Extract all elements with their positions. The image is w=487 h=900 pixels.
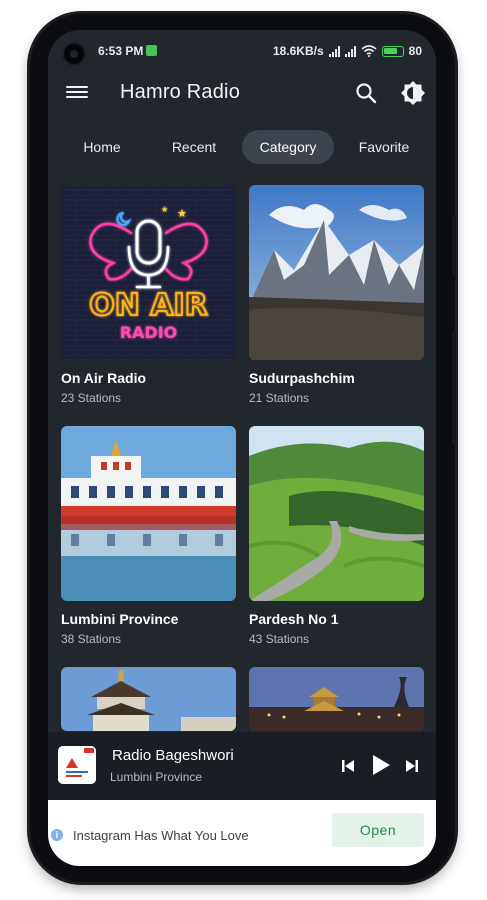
category-name: Pardesh No 1 bbox=[249, 611, 339, 627]
tab-favorite[interactable]: Favorite bbox=[344, 130, 424, 164]
tab-home[interactable]: Home bbox=[62, 130, 142, 164]
app-title: Hamro Radio bbox=[120, 81, 241, 103]
temple-image bbox=[61, 667, 236, 731]
category-card-pardesh-no-1[interactable]: Pardesh No 1 43 Stations bbox=[249, 426, 424, 646]
neon-sign-top: ON AIR bbox=[89, 288, 208, 323]
category-card-sudurpashchim[interactable]: Sudurpashchim 21 Stations bbox=[249, 185, 424, 405]
status-bar: 6:53 PM 18.6KB/s 80 bbox=[48, 30, 436, 72]
phone-side-button bbox=[452, 330, 456, 445]
monastery-image bbox=[61, 426, 236, 601]
battery-level: 80 bbox=[408, 44, 422, 58]
category-thumbnail bbox=[61, 426, 236, 601]
tab-recent[interactable]: Recent bbox=[154, 130, 234, 164]
on-air-neon-image: ★ ★ ON AIR RADIO bbox=[61, 185, 236, 360]
station-logo bbox=[58, 746, 96, 784]
play-icon[interactable] bbox=[370, 753, 392, 777]
next-icon[interactable] bbox=[404, 758, 420, 774]
pagoda-image bbox=[249, 667, 424, 731]
category-card-on-air-radio[interactable]: ★ ★ ON AIR RADIO On Air Radio 23 Station… bbox=[61, 185, 236, 405]
previous-icon[interactable] bbox=[340, 758, 356, 774]
category-name: On Air Radio bbox=[61, 370, 147, 386]
search-icon[interactable] bbox=[354, 81, 378, 105]
now-playing-bar[interactable]: Radio Bageshwori Lumbini Province bbox=[48, 732, 436, 800]
menu-icon[interactable] bbox=[66, 83, 88, 103]
ad-open-button[interactable]: Open bbox=[332, 813, 424, 847]
category-thumbnail bbox=[249, 667, 424, 731]
brightness-icon[interactable] bbox=[400, 80, 426, 106]
now-playing-title: Radio Bageshwori bbox=[112, 747, 234, 764]
signal-icon bbox=[344, 45, 356, 57]
ad-text: Instagram Has What You Love bbox=[73, 828, 249, 843]
signal-icon bbox=[328, 45, 340, 57]
app-screen: 6:53 PM 18.6KB/s 80 Hamro Radio Home Rec… bbox=[48, 30, 436, 866]
phone-side-button bbox=[452, 215, 456, 275]
front-camera bbox=[64, 44, 84, 64]
category-thumbnail: ★ ★ ON AIR RADIO bbox=[61, 185, 236, 360]
station-count: 38 Stations bbox=[61, 632, 122, 646]
category-thumbnail bbox=[61, 667, 236, 731]
category-tabs: Home Recent Category Favorite bbox=[48, 130, 436, 166]
battery-icon bbox=[381, 45, 404, 57]
mountain-image bbox=[249, 185, 424, 360]
station-count: 23 Stations bbox=[61, 391, 122, 405]
category-thumbnail bbox=[249, 426, 424, 601]
station-count: 43 Stations bbox=[249, 632, 310, 646]
tab-category[interactable]: Category bbox=[242, 130, 334, 164]
network-speed: 18.6KB/s bbox=[272, 44, 324, 58]
category-name: Sudurpashchim bbox=[249, 370, 355, 386]
svg-text:★: ★ bbox=[161, 205, 168, 214]
category-card[interactable] bbox=[249, 667, 424, 731]
now-playing-subtitle: Lumbini Province bbox=[110, 770, 203, 784]
status-time: 6:53 PM bbox=[98, 44, 144, 58]
category-name: Lumbini Province bbox=[61, 611, 179, 627]
wifi-icon bbox=[361, 45, 377, 57]
app-bar: Hamro Radio bbox=[48, 74, 436, 114]
category-card-lumbini-province[interactable]: Lumbini Province 38 Stations bbox=[61, 426, 236, 646]
category-thumbnail bbox=[249, 185, 424, 360]
ad-banner[interactable]: i Instagram Has What You Love Open bbox=[48, 800, 436, 866]
info-icon[interactable]: i bbox=[51, 829, 63, 841]
category-card[interactable] bbox=[61, 667, 236, 731]
tea-garden-image bbox=[249, 426, 424, 601]
station-count: 21 Stations bbox=[249, 391, 310, 405]
svg-text:★: ★ bbox=[177, 207, 187, 220]
neon-sign-bottom: RADIO bbox=[120, 323, 178, 342]
notification-app-icon bbox=[146, 45, 157, 56]
status-right-group: 18.6KB/s 80 bbox=[273, 44, 422, 58]
